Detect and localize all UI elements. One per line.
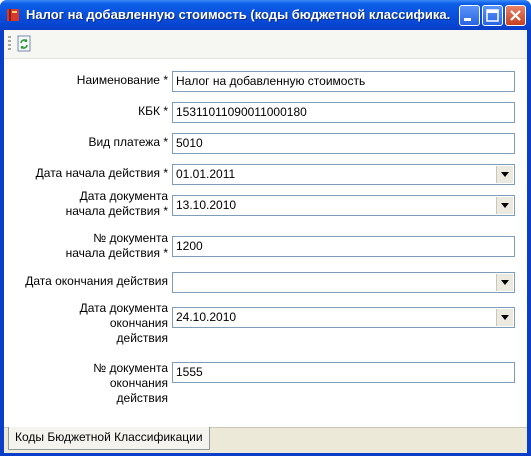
end-doc-date-value: 24.10.2010 <box>176 310 237 324</box>
start-doc-date-value: 13.10.2010 <box>176 198 237 212</box>
close-icon <box>510 10 521 21</box>
minimize-icon <box>464 18 471 21</box>
tab-budget-codes[interactable]: Коды Бюджетной Классификации <box>8 427 210 450</box>
window-client: Наименование * Налог на добавленную стои… <box>4 30 527 453</box>
end-date-field[interactable] <box>172 272 515 293</box>
payment-type-label: Вид платежа * <box>88 135 168 149</box>
end-doc-date-label: Дата документа окончания действия <box>79 301 168 345</box>
close-button[interactable] <box>505 5 526 26</box>
window-title: Налог на добавленную стоимость (коды бюд… <box>26 7 451 22</box>
end-doc-number-label: № документа окончания действия <box>93 361 168 405</box>
dialog-window: Налог на добавленную стоимость (коды бюд… <box>0 0 531 456</box>
book-icon <box>7 9 19 21</box>
kbk-label: КБК * <box>138 104 168 118</box>
start-doc-date-label: Дата документа начала действия * <box>65 189 168 218</box>
record-form: Наименование * Налог на добавленную стои… <box>4 59 527 427</box>
end-doc-number-input[interactable]: 1555 <box>172 362 515 383</box>
chevron-down-icon[interactable] <box>496 274 513 291</box>
end-date-label: Дата окончания действия <box>25 274 168 288</box>
chevron-down-icon[interactable] <box>496 166 513 183</box>
chevron-down-icon[interactable] <box>496 309 513 326</box>
chevron-down-icon[interactable] <box>496 197 513 214</box>
start-doc-number-input[interactable]: 1200 <box>172 236 515 257</box>
toolbar <box>4 30 527 59</box>
refresh-icon[interactable] <box>16 35 34 53</box>
maximize-button[interactable] <box>482 5 503 26</box>
title-bar[interactable]: Налог на добавленную стоимость (коды бюд… <box>0 0 531 30</box>
kbk-input[interactable]: 15311011090011000180 <box>172 102 515 123</box>
start-doc-number-label: № документа начала действия * <box>65 231 168 260</box>
end-doc-date-field[interactable]: 24.10.2010 <box>172 307 515 328</box>
minimize-button[interactable] <box>459 5 480 26</box>
toolbar-grip[interactable] <box>8 36 11 52</box>
start-date-value: 01.01.2011 <box>176 167 236 181</box>
name-input[interactable]: Налог на добавленную стоимость <box>172 71 515 92</box>
start-doc-date-field[interactable]: 13.10.2010 <box>172 195 515 216</box>
tab-bar: Коды Бюджетной Классификации <box>4 427 527 453</box>
payment-type-input[interactable]: 5010 <box>172 133 515 154</box>
start-date-field[interactable]: 01.01.2011 <box>172 164 515 185</box>
start-date-label: Дата начала действия * <box>35 166 168 180</box>
maximize-icon <box>486 9 499 22</box>
name-label: Наименование * <box>76 73 168 87</box>
